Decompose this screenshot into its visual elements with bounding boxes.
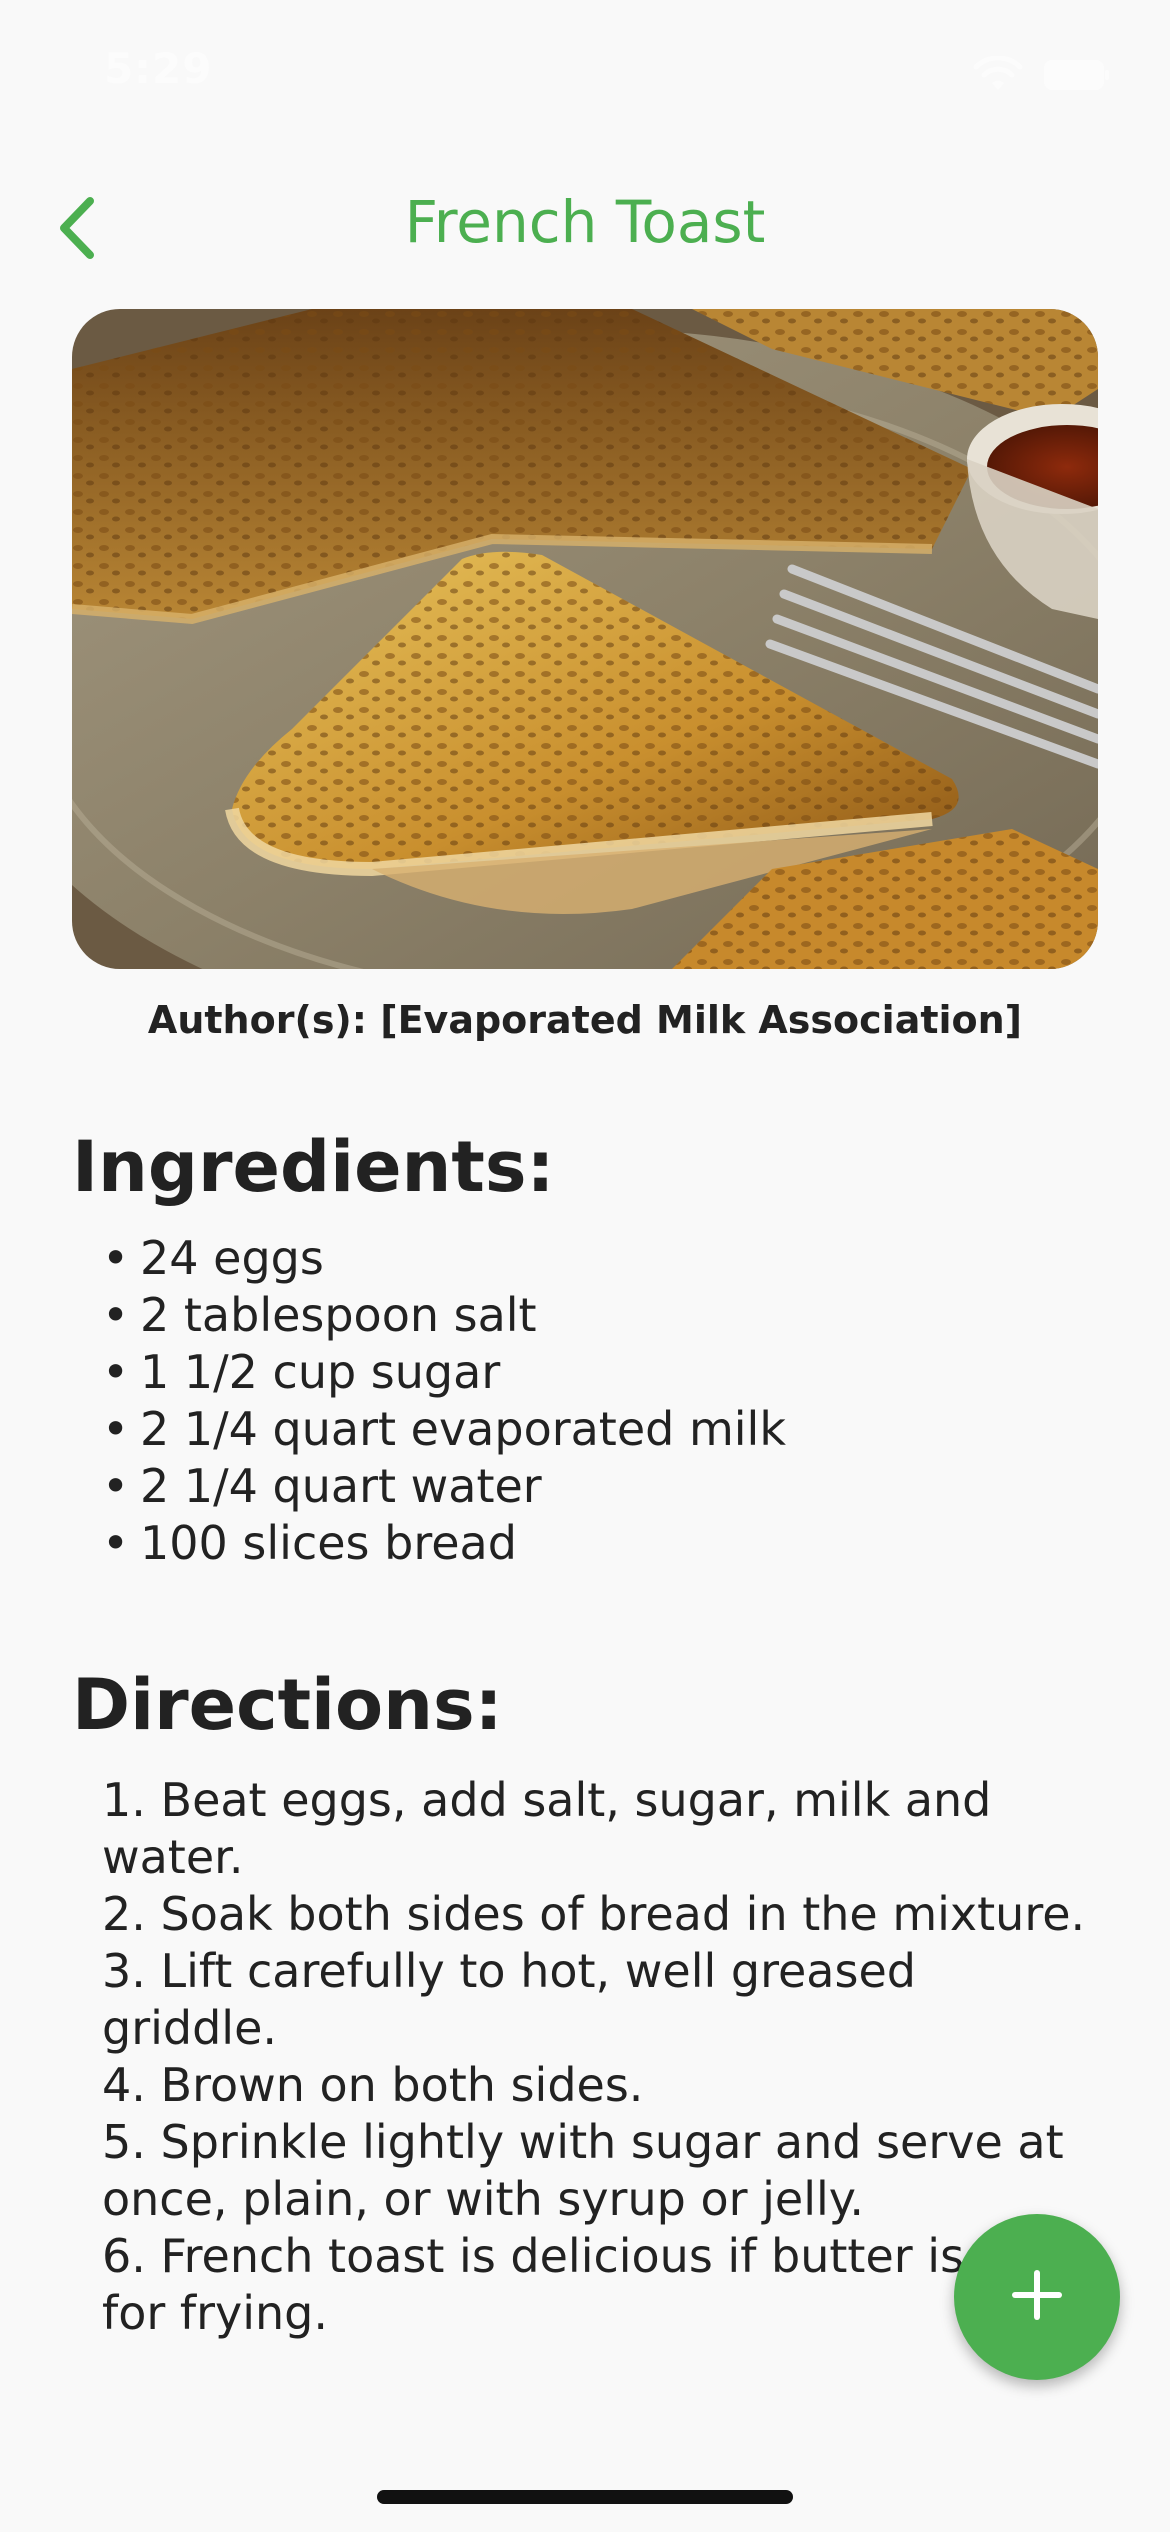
ingredients-list: • 24 eggs • 2 tablespoon salt • 1 1/2 cup s… bbox=[102, 1230, 786, 1572]
direction-step: 1. Beat eggs, add salt, sugar, milk and … bbox=[102, 1773, 992, 1884]
directions-list: 1. Beat eggs, add salt, sugar, milk and … bbox=[102, 1772, 1092, 2342]
add-button[interactable] bbox=[954, 2214, 1120, 2380]
bullet-icon: • bbox=[102, 1231, 130, 1285]
plus-icon bbox=[1009, 2267, 1065, 2327]
recipe-author: Author(s): [Evaporated Milk Association] bbox=[147, 998, 1023, 1042]
direction-step: 6. French toast is delicious if butter i… bbox=[102, 2229, 1090, 2340]
page-title: French Toast bbox=[404, 188, 766, 256]
status-bar: 5:29 bbox=[0, 0, 1170, 140]
status-time: 5:29 bbox=[104, 44, 213, 93]
navigation-bar: French Toast bbox=[0, 160, 1170, 290]
battery-icon bbox=[1044, 60, 1110, 94]
list-item: • 100 slices bread bbox=[102, 1516, 517, 1570]
direction-step: 5. Sprinkle lightly with sugar and serve… bbox=[102, 2115, 1064, 2226]
status-icons bbox=[972, 55, 1110, 98]
recipe-image bbox=[72, 309, 1098, 969]
direction-step: 2. Soak both sides of bread in the mixtu… bbox=[102, 1887, 1086, 1941]
direction-step: 3. Lift carefully to hot, well greased g… bbox=[102, 1944, 916, 2055]
list-item: • 1 1/2 cup sugar bbox=[102, 1345, 501, 1399]
list-item: • 24 eggs bbox=[102, 1231, 324, 1285]
list-item: • 2 1/4 quart evaporated milk bbox=[102, 1402, 786, 1456]
bullet-icon: • bbox=[102, 1288, 130, 1342]
bullet-icon: • bbox=[102, 1516, 130, 1570]
bullet-icon: • bbox=[102, 1459, 130, 1513]
ingredients-heading: Ingredients: bbox=[72, 1126, 555, 1208]
list-item: • 2 1/4 quart water bbox=[102, 1459, 542, 1513]
bullet-icon: • bbox=[102, 1345, 130, 1399]
home-indicator[interactable] bbox=[377, 2490, 793, 2504]
list-item: • 2 tablespoon salt bbox=[102, 1288, 537, 1342]
wifi-icon bbox=[972, 55, 1024, 98]
directions-heading: Directions: bbox=[72, 1664, 503, 1746]
direction-step: 4. Brown on both sides. bbox=[102, 2058, 644, 2112]
bullet-icon: • bbox=[102, 1402, 130, 1456]
